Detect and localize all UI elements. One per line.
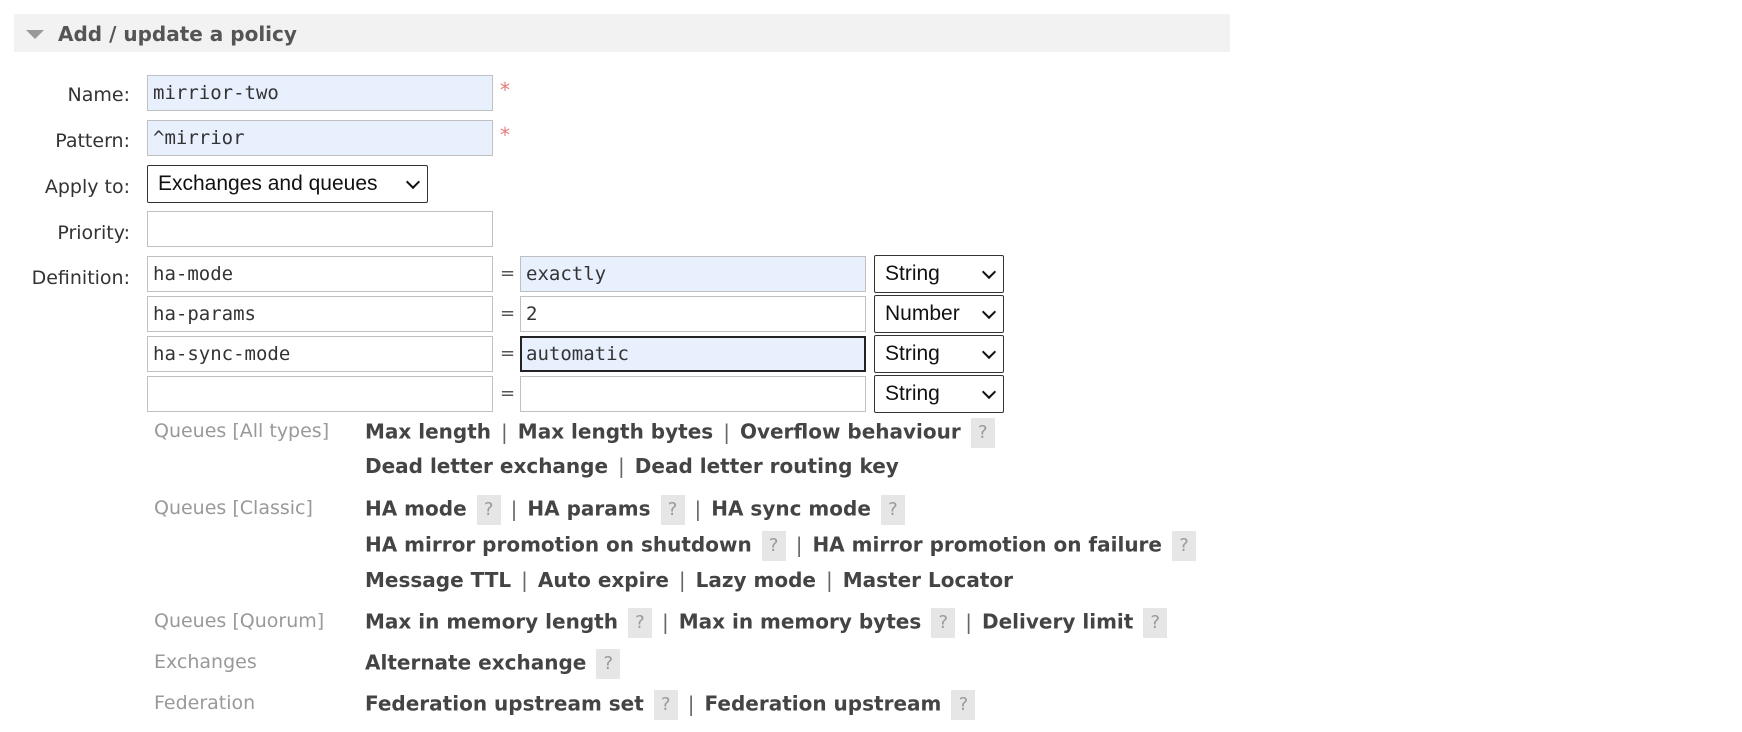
max-length-link[interactable]: Max length	[365, 420, 491, 444]
help-icon[interactable]: ?	[596, 649, 621, 679]
max-in-memory-bytes-link[interactable]: Max in memory bytes	[679, 610, 922, 634]
help-icon[interactable]: ?	[660, 495, 685, 525]
ha-promotion-shutdown-link[interactable]: HA mirror promotion on shutdown	[365, 533, 752, 557]
definition-label: Definition:	[31, 267, 130, 289]
chevron-down-icon	[981, 344, 997, 360]
separator: |	[678, 568, 686, 592]
separator: |	[687, 691, 695, 716]
help-icon[interactable]: ?	[627, 608, 652, 638]
category-queues-quorum: Queues [Quorum]	[154, 610, 325, 632]
definition-type-value: String	[885, 262, 940, 285]
help-line: Dead letter exchange | Dead letter routing…	[365, 454, 899, 478]
help-line: Max length | Max length bytes | Overflow beh…	[365, 418, 995, 448]
definition-value-input[interactable]: 2	[520, 296, 866, 332]
definition-key-input[interactable]: ha-params	[147, 296, 493, 332]
definition-key-input[interactable]: ha-mode	[147, 256, 493, 292]
chevron-down-icon	[981, 264, 997, 280]
separator: |	[826, 568, 833, 592]
ha-promotion-failure-link[interactable]: HA mirror promotion on failure	[812, 533, 1162, 557]
separator: |	[501, 419, 508, 444]
separator: |	[795, 532, 803, 557]
help-icon[interactable]: ?	[1143, 608, 1168, 638]
definition-value-input[interactable]: automatic	[520, 336, 866, 372]
equals-sign: =	[500, 303, 516, 324]
definition-type-value: Number	[885, 302, 960, 325]
message-ttl-link[interactable]: Message TTL	[365, 568, 511, 592]
definition-value-input[interactable]: exactly	[520, 256, 866, 292]
name-input[interactable]: mirrior-two	[147, 75, 493, 111]
dead-letter-routing-key-link[interactable]: Dead letter routing key	[635, 454, 899, 478]
auto-expire-link[interactable]: Auto expire	[538, 568, 669, 592]
name-label: Name:	[67, 84, 130, 106]
help-line: Message TTL | Auto expire | Lazy mode | Master…	[365, 568, 1013, 592]
definition-type-value: String	[885, 382, 940, 405]
definition-value-input[interactable]	[520, 376, 866, 412]
definition-key-input[interactable]: ha-sync-mode	[147, 336, 493, 372]
help-icon[interactable]: ?	[970, 418, 995, 448]
definition-type-select[interactable]: String	[874, 375, 1004, 413]
help-line: HA mirror promotion on shutdown? | HA mirr…	[365, 531, 1196, 561]
dead-letter-exchange-link[interactable]: Dead letter exchange	[365, 454, 608, 478]
collapse-triangle-icon[interactable]	[26, 30, 44, 39]
separator: |	[521, 568, 528, 592]
alternate-exchange-link[interactable]: Alternate exchange	[365, 651, 586, 675]
max-length-bytes-link[interactable]: Max length bytes	[518, 420, 713, 444]
federation-upstream-set-link[interactable]: Federation upstream set	[365, 692, 644, 716]
ha-mode-link[interactable]: HA mode	[365, 497, 467, 521]
section-title: Add / update a policy	[58, 22, 297, 46]
apply-to-value: Exchanges and queues	[158, 172, 378, 195]
priority-input[interactable]	[147, 211, 493, 247]
separator: |	[965, 609, 973, 634]
definition-key-input[interactable]	[147, 376, 493, 412]
separator: |	[618, 454, 625, 478]
help-icon[interactable]: ?	[476, 495, 501, 525]
help-line: Federation upstream set? | Federation upst…	[365, 690, 976, 720]
category-queues-all: Queues [All types]	[154, 420, 330, 442]
lazy-mode-link[interactable]: Lazy mode	[696, 568, 816, 592]
separator: |	[510, 496, 518, 521]
separator: |	[661, 609, 669, 634]
pattern-label: Pattern:	[55, 130, 130, 152]
equals-sign: =	[500, 343, 516, 364]
help-line: Alternate exchange?	[365, 649, 621, 679]
federation-upstream-link[interactable]: Federation upstream	[705, 692, 942, 716]
chevron-down-icon	[981, 304, 997, 320]
master-locator-link[interactable]: Master Locator	[843, 568, 1013, 592]
overflow-behaviour-link[interactable]: Overflow behaviour	[740, 420, 961, 444]
category-exchanges: Exchanges	[154, 651, 257, 673]
max-in-memory-length-link[interactable]: Max in memory length	[365, 610, 618, 634]
priority-label: Priority:	[57, 222, 130, 244]
category-federation: Federation	[154, 692, 256, 714]
pattern-input[interactable]: ^mirrior	[147, 120, 493, 156]
separator: |	[694, 496, 702, 521]
category-queues-classic: Queues [Classic]	[154, 497, 313, 519]
chevron-down-icon	[981, 384, 997, 400]
help-icon[interactable]: ?	[880, 495, 905, 525]
chevron-down-icon	[405, 174, 421, 190]
help-icon[interactable]: ?	[1171, 531, 1196, 561]
separator: |	[723, 419, 730, 444]
help-icon[interactable]: ?	[951, 690, 976, 720]
apply-to-label: Apply to:	[44, 176, 130, 198]
ha-sync-mode-link[interactable]: HA sync mode	[711, 497, 871, 521]
required-marker: *	[500, 78, 510, 102]
definition-type-select[interactable]: Number	[874, 295, 1004, 333]
definition-type-value: String	[885, 342, 940, 365]
ha-params-link[interactable]: HA params	[527, 497, 650, 521]
policy-section-header[interactable]: Add / update a policy	[14, 14, 1230, 52]
help-line: Max in memory length? | Max in memory byte…	[365, 608, 1168, 638]
equals-sign: =	[500, 383, 516, 404]
apply-to-select[interactable]: Exchanges and queues	[147, 165, 428, 203]
required-marker: *	[500, 123, 510, 147]
delivery-limit-link[interactable]: Delivery limit	[982, 610, 1133, 634]
definition-type-select[interactable]: String	[874, 255, 1004, 293]
help-icon[interactable]: ?	[653, 690, 678, 720]
help-icon[interactable]: ?	[931, 608, 956, 638]
equals-sign: =	[500, 263, 516, 284]
help-icon[interactable]: ?	[761, 531, 786, 561]
definition-type-select[interactable]: String	[874, 335, 1004, 373]
help-line: HA mode? | HA params? | HA sync mode?	[365, 495, 905, 525]
